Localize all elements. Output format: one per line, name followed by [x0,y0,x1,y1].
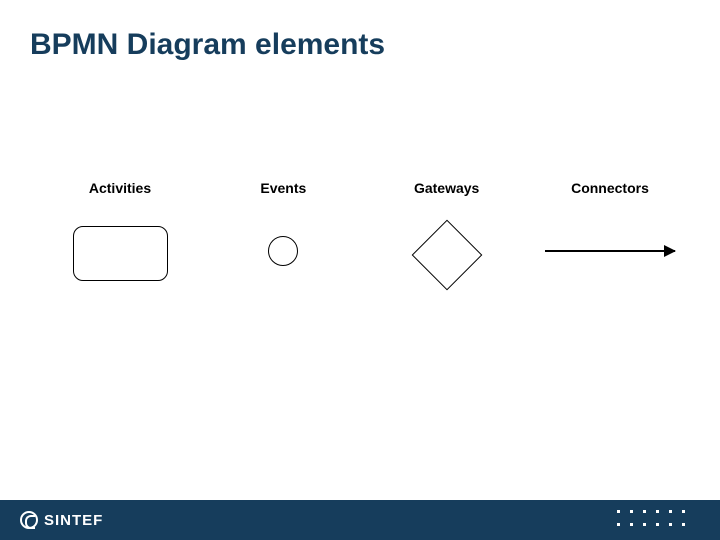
events-column: Events [203,180,363,281]
sintef-logo-text: SINTEF [44,512,103,529]
connectors-label: Connectors [571,180,649,196]
activities-label: Activities [89,180,151,196]
events-label: Events [260,180,306,196]
gateway-shape-icon [411,220,482,291]
connector-arrow-icon [545,250,675,252]
event-shape-icon [268,236,298,266]
gateways-label: Gateways [414,180,479,196]
bpmn-elements-row: Activities Events Gateways Connectors [40,180,690,281]
connectors-column: Connectors [530,180,690,281]
gateways-column: Gateways [367,180,527,281]
footer-bar: SINTEF [0,500,720,540]
slide-title: BPMN Diagram elements [30,28,385,62]
sintef-logo-icon [20,511,38,529]
footer-dots-decoration [617,510,690,531]
activity-shape-icon [73,226,168,281]
sintef-logo: SINTEF [20,511,103,529]
activities-column: Activities [40,180,200,281]
